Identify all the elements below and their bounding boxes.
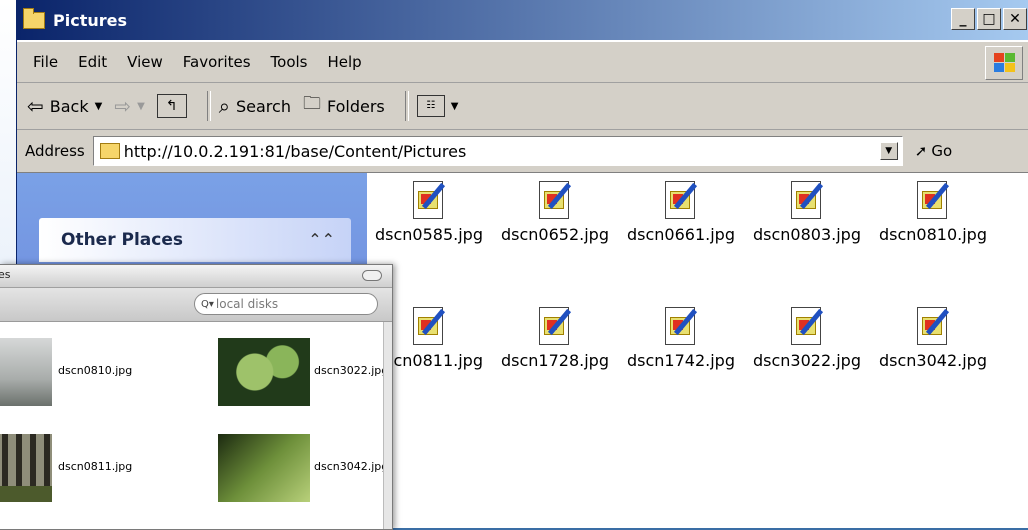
minimize-button[interactable]: _ [951,8,975,30]
address-label: Address [25,142,85,160]
file-item[interactable]: dscn0585.jpg [369,179,489,244]
file-name: dscn1728.jpg [501,351,609,370]
search-icon: ⌕ [218,94,230,118]
file-name: dscn3042.jpg [879,351,987,370]
search-input[interactable]: Q▾ local disks [194,293,378,315]
toolbar-separator [404,91,409,121]
other-places-header[interactable]: Other Places ⌃⌃ [39,218,351,262]
search-icon: Q▾ [201,298,214,310]
jpg-file-icon [663,179,699,221]
file-name: dscn1742.jpg [627,351,735,370]
window-controls: _ □ ✕ [951,8,1027,30]
search-placeholder: local disks [215,297,279,311]
folder-icon [23,7,45,29]
file-name: dscn0652.jpg [501,225,609,244]
file-item[interactable]: dscn0810.jpg [873,179,993,244]
toolbar-separator [206,91,211,121]
other-places-title: Other Places [61,230,183,250]
window-title: Pictures [53,10,127,30]
views-button[interactable]: ☷ ▼ [416,95,459,117]
search-window-title: es [0,268,11,281]
toolbar-toggle-button[interactable] [362,270,382,281]
chevron-down-icon: ▼ [94,100,103,112]
views-icon: ☷ [416,95,445,117]
jpg-file-icon [537,179,573,221]
windows-logo-icon [985,46,1023,80]
file-name: dscn0661.jpg [627,225,735,244]
file-name: dscn0585.jpg [375,225,483,244]
up-folder-icon: ↰ [156,94,187,118]
close-button[interactable]: ✕ [1003,8,1027,30]
search-window-toolbar: Q▾ local disks [0,288,392,322]
up-folder-button[interactable]: ↰ [156,94,187,118]
menu-help[interactable]: Help [318,53,372,71]
menu-bar: File Edit View Favorites Tools Help [17,42,1028,83]
go-button[interactable]: ➚ Go [915,142,952,160]
address-input[interactable]: http://10.0.2.191:81/base/Content/Pictur… [92,136,903,166]
jpg-file-icon [915,179,951,221]
scrollbar[interactable] [383,322,392,529]
menu-file[interactable]: File [17,53,68,71]
jpg-file-icon [663,305,699,347]
menu-edit[interactable]: Edit [68,53,117,71]
menu-view[interactable]: View [117,53,173,71]
go-arrow-icon: ➚ [914,142,928,160]
jpg-file-icon [915,305,951,347]
file-item[interactable]: dscn0803.jpg [747,179,867,244]
standard-toolbar: ⇦ Back ▼ ⇨ ▼ ↰ ⌕ Search 🗀 Folders ☷ ▼ [17,83,1028,130]
thumbnail-image[interactable] [218,338,310,406]
file-item[interactable]: dscn3022.jpg [747,305,867,370]
forward-arrow-icon: ⇨ [114,94,132,118]
menu-favorites[interactable]: Favorites [173,53,261,71]
chevron-down-icon: ▼ [137,100,145,112]
menu-tools[interactable]: Tools [261,53,318,71]
file-item[interactable]: dscn3042.jpg [873,305,993,370]
jpg-file-icon [411,305,447,347]
back-button[interactable]: ⇦ Back ▼ [27,94,102,118]
address-bar: Address http://10.0.2.191:81/base/Conten… [17,130,1028,173]
search-label: Search [235,96,291,116]
search-window: es Q▾ local disks dscn0810.jpg dscn3022.… [0,264,393,530]
search-results: dscn0810.jpg dscn3022.jpg dscn0811.jpg d… [0,322,388,529]
file-item[interactable]: dscn1728.jpg [495,305,615,370]
thumbnail-image[interactable] [218,434,310,502]
search-window-titlebar[interactable]: es [0,265,392,288]
jpg-file-icon [537,305,573,347]
collapse-chevron-icon[interactable]: ⌃⌃ [308,230,335,249]
folders-label: Folders [326,96,385,116]
result-label[interactable]: dscn0811.jpg [58,460,132,473]
go-label: Go [931,142,953,160]
result-label[interactable]: dscn0810.jpg [58,364,132,377]
jpg-file-icon [789,179,825,221]
address-value: http://10.0.2.191:81/base/Content/Pictur… [123,141,467,161]
back-label: Back [49,96,89,116]
folder-icon [99,143,120,159]
thumbnail-image[interactable] [0,434,52,502]
file-name: dscn3022.jpg [753,351,861,370]
file-item[interactable]: dscn1742.jpg [621,305,741,370]
file-name: dscn0803.jpg [753,225,861,244]
file-item[interactable]: dscn0661.jpg [621,179,741,244]
jpg-file-icon [789,305,825,347]
folders-icon: 🗀 [302,93,321,114]
maximize-button[interactable]: □ [977,8,1001,30]
result-label[interactable]: dscn3022.jpg [314,364,388,377]
folders-button[interactable]: 🗀 Folders [303,91,385,121]
chevron-down-icon: ▼ [450,100,459,112]
file-item[interactable]: dscn0652.jpg [495,179,615,244]
jpg-file-icon [411,179,447,221]
search-button[interactable]: ⌕ Search [219,94,291,118]
thumbnail-image[interactable] [0,338,52,406]
file-list: dscn0585.jpg dscn0652.jpg dscn0661.jpg d… [367,173,1028,528]
result-label[interactable]: dscn3042.jpg [314,460,388,473]
back-arrow-icon: ⇦ [27,94,44,118]
file-name: dscn0810.jpg [879,225,987,244]
address-dropdown-button[interactable]: ▼ [879,142,898,160]
forward-button[interactable]: ⇨ ▼ [114,94,144,118]
title-bar[interactable]: Pictures _ □ ✕ [17,0,1028,40]
